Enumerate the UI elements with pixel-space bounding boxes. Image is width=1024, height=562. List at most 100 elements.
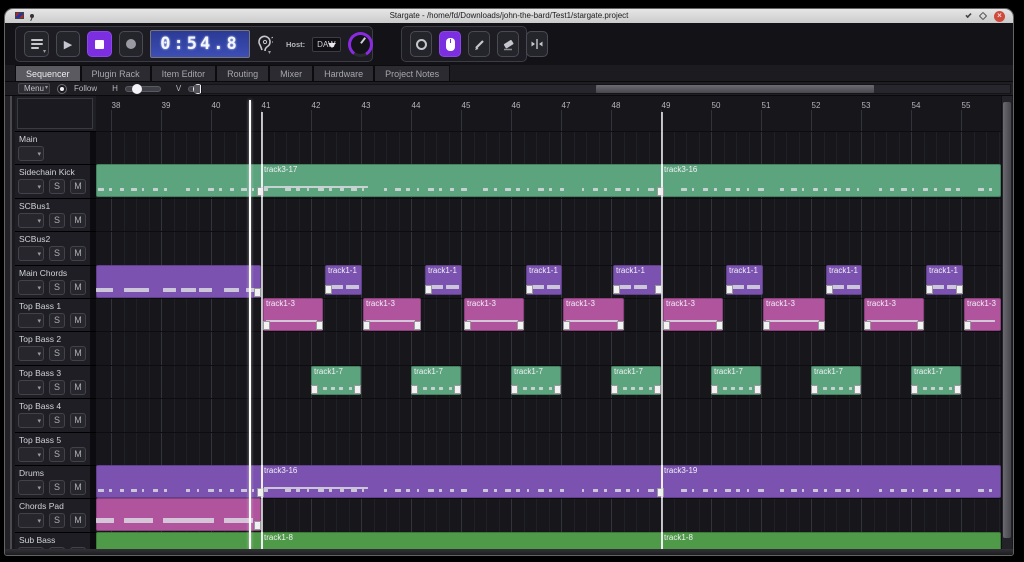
clip-track1-3[interactable]: track1-3 (964, 298, 1001, 331)
clip-track1-1[interactable]: track1-1 (726, 265, 763, 295)
solo-button[interactable]: S (49, 179, 65, 194)
clip[interactable] (96, 498, 261, 531)
clip-resize-handle[interactable] (325, 285, 332, 294)
clip-track1-7[interactable]: track1-7 (311, 366, 361, 395)
instrument-selector[interactable] (18, 280, 44, 295)
clip-track1-3[interactable]: track1-3 (864, 298, 924, 331)
clip-resize-handle[interactable] (511, 385, 518, 394)
clip-resize-handle[interactable] (311, 385, 318, 394)
clip-track1-1[interactable]: track1-1 (613, 265, 662, 295)
clip-track1-1[interactable]: track1-1 (325, 265, 362, 295)
mute-button[interactable]: M (70, 380, 86, 395)
mute-button[interactable]: M (70, 280, 86, 295)
clip-resize-handle[interactable] (864, 321, 871, 330)
mute-button[interactable]: M (70, 413, 86, 428)
clip-resize-handle[interactable] (517, 321, 524, 330)
clip-track1-3[interactable]: track1-3 (563, 298, 624, 331)
clip-resize-handle[interactable] (316, 321, 323, 330)
clip-resize-handle[interactable] (254, 521, 261, 530)
clip-track1-1[interactable]: track1-1 (826, 265, 862, 295)
play-button[interactable]: ▶ (56, 31, 80, 57)
clip-resize-handle[interactable] (617, 321, 624, 330)
close-icon[interactable]: × (994, 11, 1005, 22)
tab-sequencer[interactable]: Sequencer (15, 65, 81, 81)
clip-resize-handle[interactable] (716, 321, 723, 330)
follow-radio[interactable] (57, 84, 67, 94)
instrument-selector[interactable] (18, 179, 44, 194)
clip-resize-handle[interactable] (956, 285, 963, 294)
timeline[interactable]: 383940414243444546474849505152535455trac… (96, 96, 1001, 549)
clip-track1-3[interactable]: track1-3 (663, 298, 723, 331)
clip[interactable]: track1-8track1-8 (96, 532, 1001, 549)
clip-resize-handle[interactable] (754, 385, 761, 394)
mute-button[interactable]: M (70, 480, 86, 495)
instrument-selector[interactable] (18, 246, 44, 261)
solo-button[interactable]: S (49, 346, 65, 361)
split-tool-button[interactable] (526, 31, 548, 57)
stop-button[interactable] (87, 31, 112, 57)
mouse-tool-button[interactable] (439, 31, 461, 57)
solo-button[interactable]: S (49, 447, 65, 462)
solo-button[interactable]: S (49, 480, 65, 495)
clip-resize-handle[interactable] (818, 321, 825, 330)
tab-routing[interactable]: Routing (216, 65, 269, 81)
clip-resize-handle[interactable] (263, 321, 270, 330)
clip-resize-handle[interactable] (526, 285, 533, 294)
clip-resize-handle[interactable] (917, 321, 924, 330)
clip-resize-handle[interactable] (926, 285, 933, 294)
instrument-selector[interactable] (18, 213, 44, 228)
clip-track1-7[interactable]: track1-7 (711, 366, 761, 395)
vertical-scrollbar-thumb[interactable] (1003, 102, 1011, 538)
clip-track1-7[interactable]: track1-7 (811, 366, 861, 395)
mute-button[interactable]: M (70, 246, 86, 261)
mute-button[interactable]: M (70, 213, 86, 228)
clip-resize-handle[interactable] (411, 385, 418, 394)
pencil-tool-button[interactable] (468, 31, 490, 57)
clip-resize-handle[interactable] (763, 321, 770, 330)
clip-resize-handle[interactable] (354, 385, 361, 394)
clip-track1-7[interactable]: track1-7 (911, 366, 961, 395)
mute-button[interactable]: M (70, 513, 86, 528)
h-zoom-slider[interactable] (125, 86, 161, 92)
clip-track1-1[interactable]: track1-1 (926, 265, 963, 295)
clip[interactable]: track3-16track3-19 (96, 465, 1001, 498)
clip-track1-1[interactable]: track1-1 (526, 265, 562, 295)
clip-resize-handle[interactable] (726, 285, 733, 294)
mute-button[interactable]: M (70, 313, 86, 328)
main-menu-button[interactable]: ▾ (24, 31, 49, 57)
mute-button[interactable]: M (70, 179, 86, 194)
tab-plugin-rack[interactable]: Plugin Rack (81, 65, 151, 81)
clip-resize-handle[interactable] (654, 385, 661, 394)
vertical-scrollbar[interactable] (1001, 96, 1012, 549)
clip-resize-handle[interactable] (454, 385, 461, 394)
clip-resize-handle[interactable] (911, 385, 918, 394)
record-button[interactable] (119, 31, 143, 57)
eraser-tool-button[interactable] (497, 31, 519, 57)
clip-resize-handle[interactable] (964, 321, 971, 330)
clip-resize-handle[interactable] (663, 321, 670, 330)
instrument-selector[interactable] (18, 413, 44, 428)
clip-resize-handle[interactable] (811, 385, 818, 394)
clip-track1-7[interactable]: track1-7 (411, 366, 461, 395)
clip-track1-1[interactable]: track1-1 (425, 265, 462, 295)
solo-button[interactable]: S (49, 213, 65, 228)
mute-button[interactable]: M (70, 447, 86, 462)
metronome-button[interactable]: ▾ (257, 31, 273, 57)
instrument-selector[interactable] (18, 346, 44, 361)
instrument-selector[interactable] (18, 313, 44, 328)
clip-resize-handle[interactable] (554, 385, 561, 394)
clip-track1-3[interactable]: track1-3 (464, 298, 524, 331)
clip-resize-handle[interactable] (613, 285, 620, 294)
instrument-selector[interactable] (18, 513, 44, 528)
clip-resize-handle[interactable] (254, 288, 261, 297)
solo-button[interactable]: S (49, 513, 65, 528)
clip-resize-handle[interactable] (954, 385, 961, 394)
title-bar[interactable]: Stargate - /home/fd/Downloads/john-the-b… (5, 9, 1013, 23)
select-tool-button[interactable] (410, 31, 432, 57)
minimize-icon[interactable] (965, 12, 971, 18)
clip-resize-handle[interactable] (611, 385, 618, 394)
clip-track1-7[interactable]: track1-7 (511, 366, 561, 395)
horizontal-scrollbar[interactable] (201, 84, 1011, 94)
tab-hardware[interactable]: Hardware (313, 65, 374, 81)
clip-track1-7[interactable]: track1-7 (611, 366, 661, 395)
